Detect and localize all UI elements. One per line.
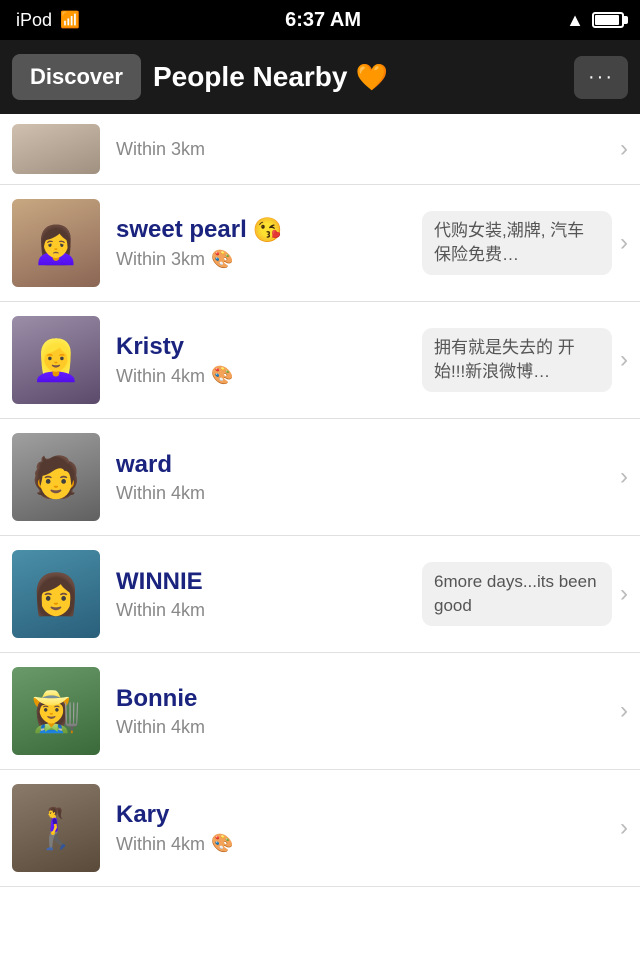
person-info: Kary Within 4km🎨: [116, 801, 612, 855]
battery-icon: [592, 12, 624, 28]
status-bar: iPod 📶 6:37 AM ▲: [0, 0, 640, 40]
status-bubble: 代购女装,潮牌, 汽车保险免费…: [422, 211, 612, 275]
person-name: WINNIE: [116, 568, 414, 596]
chevron-icon: ›: [620, 463, 628, 491]
status-time: 6:37 AM: [285, 9, 361, 32]
people-list: 🙍‍♀️ sweet pearl😘 Within 3km🎨 代购女装,潮牌, 汽车保险…: [0, 185, 640, 887]
list-item[interactable]: 👩 WINNIE Within 4km 6more days...its been g…: [0, 536, 640, 653]
status-right: ▲: [566, 10, 624, 31]
chevron-icon: ›: [620, 697, 628, 725]
nav-title-text: People Nearby: [153, 61, 348, 93]
name-emoji: 😘: [253, 216, 283, 245]
discover-button[interactable]: Discover: [12, 54, 141, 100]
person-distance: Within 3km🎨: [116, 249, 414, 271]
person-distance: Within 4km🎨: [116, 833, 612, 855]
pinwheel-icon: 🎨: [211, 365, 233, 387]
person-distance: Within 4km: [116, 600, 414, 621]
person-name: Kristy: [116, 333, 414, 361]
person-distance: Within 4km: [116, 483, 612, 504]
pinwheel-icon: 🎨: [211, 833, 233, 855]
chevron-icon: ›: [620, 346, 628, 374]
avatar: 🙍‍♀️: [12, 199, 100, 287]
status-left: iPod 📶: [16, 10, 80, 31]
status-bubble: 6more days...its been good: [422, 562, 612, 626]
pinwheel-icon: 🎨: [211, 249, 233, 271]
location-icon: ▲: [566, 10, 584, 31]
avatar: 👱‍♀️: [12, 316, 100, 404]
list-item[interactable]: 👩‍🌾 Bonnie Within 4km ›: [0, 653, 640, 770]
person-info: ward Within 4km: [116, 451, 612, 504]
list-item[interactable]: 🚶‍♀️ Kary Within 4km🎨 ›: [0, 770, 640, 887]
person-info: sweet pearl😘 Within 3km🎨: [116, 216, 414, 271]
nav-title: People Nearby 🧡: [153, 61, 562, 93]
partial-distance: Within 3km: [116, 139, 612, 160]
device-label: iPod: [16, 10, 52, 31]
avatar: 🧑: [12, 433, 100, 521]
avatar: 🚶‍♀️: [12, 784, 100, 872]
person-info: Kristy Within 4km🎨: [116, 333, 414, 387]
person-info: WINNIE Within 4km: [116, 568, 414, 621]
person-name: Bonnie: [116, 685, 612, 713]
nav-title-emoji: 🧡: [355, 62, 387, 93]
avatar: 👩: [12, 550, 100, 638]
chevron-icon: ›: [620, 135, 628, 163]
avatar: 👩‍🌾: [12, 667, 100, 755]
partial-list-item[interactable]: Within 3km ›: [0, 114, 640, 185]
person-info: Bonnie Within 4km: [116, 685, 612, 738]
nav-bar: Discover People Nearby 🧡 ···: [0, 40, 640, 114]
chevron-icon: ›: [620, 580, 628, 608]
list-item[interactable]: 🙍‍♀️ sweet pearl😘 Within 3km🎨 代购女装,潮牌, 汽车保险…: [0, 185, 640, 302]
person-distance: Within 4km🎨: [116, 365, 414, 387]
person-distance: Within 4km: [116, 717, 612, 738]
person-name: sweet pearl😘: [116, 216, 414, 245]
chevron-icon: ›: [620, 814, 628, 842]
list-item[interactable]: 👱‍♀️ Kristy Within 4km🎨 拥有就是失去的 开始!!!新浪微博… ›: [0, 302, 640, 419]
status-bubble: 拥有就是失去的 开始!!!新浪微博…: [422, 328, 612, 392]
chevron-icon: ›: [620, 229, 628, 257]
person-name: Kary: [116, 801, 612, 829]
partial-avatar: [12, 124, 100, 174]
list-item[interactable]: 🧑 ward Within 4km ›: [0, 419, 640, 536]
person-name: ward: [116, 451, 612, 479]
more-button[interactable]: ···: [574, 56, 628, 99]
wifi-icon: 📶: [60, 10, 80, 30]
